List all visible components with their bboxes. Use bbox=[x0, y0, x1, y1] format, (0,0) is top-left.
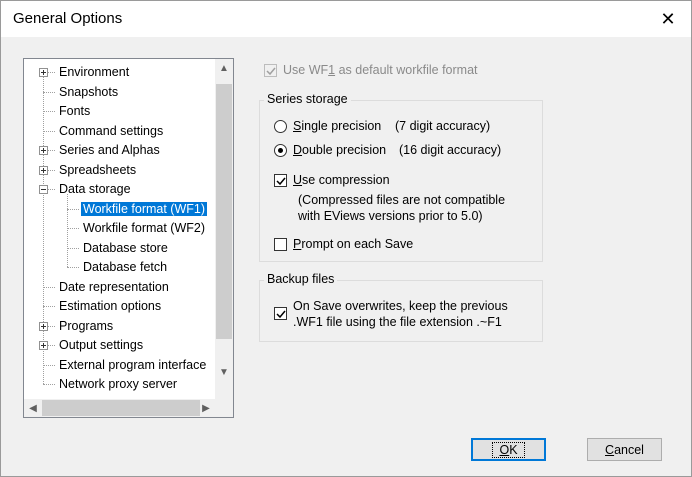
tree-item-label: Output settings bbox=[59, 338, 144, 352]
expand-plus-icon[interactable] bbox=[39, 68, 48, 77]
tree-item-label: Command settings bbox=[59, 123, 164, 138]
default-format-label: Use WF1 as default workfile format bbox=[283, 63, 478, 77]
options-tree[interactable]: Environment Snapshots Fonts Command setting… bbox=[23, 58, 234, 418]
use-compression-label: Use compression bbox=[293, 173, 390, 187]
backup-files-title: Backup files bbox=[264, 272, 338, 286]
scroll-down-arrow-icon[interactable]: ▼ bbox=[215, 363, 233, 381]
tree-vertical-scrollbar[interactable]: ▲ ▼ bbox=[215, 59, 233, 399]
scroll-up-arrow-icon[interactable]: ▲ bbox=[215, 59, 233, 77]
checkmark-icon bbox=[276, 177, 286, 186]
prompt-on-save-checkbox[interactable] bbox=[274, 238, 287, 251]
backup-checkbox[interactable] bbox=[274, 307, 287, 320]
tree-connector-line bbox=[43, 286, 55, 288]
default-format-checkbox[interactable] bbox=[264, 64, 277, 77]
tree-connector-line bbox=[43, 384, 55, 385]
tree-item[interactable]: Data storage bbox=[57, 180, 133, 199]
tree-item-label: Workfile format (WF2) bbox=[83, 221, 205, 235]
tree-item[interactable]: Snapshots bbox=[57, 83, 120, 102]
tree-item-label: Workfile format (WF1) bbox=[80, 200, 208, 217]
scroll-left-arrow-icon[interactable]: ◀ bbox=[24, 399, 42, 417]
tree-item-label: External program interface bbox=[59, 357, 207, 372]
collapse-minus-icon[interactable] bbox=[39, 185, 48, 194]
tree-item-label: Database store bbox=[83, 240, 168, 255]
scroll-right-arrow-icon[interactable]: ▶ bbox=[197, 399, 215, 417]
tree-item[interactable]: Programs bbox=[57, 317, 115, 336]
double-precision-label: Double precision bbox=[293, 143, 387, 157]
expand-plus-icon[interactable] bbox=[39, 146, 48, 155]
use-compression-checkbox[interactable] bbox=[274, 174, 287, 187]
tree-item[interactable]: Database store bbox=[81, 239, 170, 258]
ok-button[interactable]: OK bbox=[471, 438, 546, 461]
tree-connector-line bbox=[43, 72, 44, 384]
tree-connector-line bbox=[43, 111, 55, 112]
ok-button-label: OK bbox=[492, 441, 525, 458]
cancel-button-label: Cancel bbox=[605, 442, 644, 457]
tree-item[interactable]: Spreadsheets bbox=[57, 161, 138, 180]
single-precision-note: (7 digit accuracy) bbox=[395, 119, 491, 133]
tree-connector-line bbox=[67, 267, 79, 268]
tree-item[interactable]: Output settings bbox=[57, 336, 145, 355]
expand-plus-icon[interactable] bbox=[39, 321, 48, 331]
tree-connector-line bbox=[43, 91, 55, 93]
tree-connector-line bbox=[67, 208, 79, 210]
backup-label-line-2: .WF1 file using the file extension .~F1 bbox=[293, 315, 502, 329]
tree-item-label: Network proxy server bbox=[59, 377, 178, 391]
tree-item-label: Date representation bbox=[59, 279, 169, 294]
tree-connector-line bbox=[67, 228, 79, 229]
compression-note-line-2: with EViews versions prior to 5.0) bbox=[298, 209, 483, 223]
tree-item-label: Estimation options bbox=[59, 299, 162, 313]
tree-item[interactable]: Command settings bbox=[57, 122, 165, 141]
tree-item[interactable]: Fonts bbox=[57, 102, 92, 121]
tree-item[interactable]: Estimation options bbox=[57, 297, 163, 316]
tree-item-label: Programs bbox=[59, 318, 114, 333]
compression-note-line-1: (Compressed files are not compatible bbox=[298, 193, 506, 207]
tree-vertical-scroll-thumb[interactable] bbox=[216, 84, 232, 339]
tree-item[interactable]: Date representation bbox=[57, 278, 171, 297]
single-precision-label: Single precision bbox=[293, 119, 382, 133]
expand-plus-icon[interactable] bbox=[39, 341, 48, 350]
checkmark-icon bbox=[266, 67, 276, 76]
series-storage-title: Series storage bbox=[264, 92, 351, 106]
tree-connector-line bbox=[43, 306, 55, 307]
tree-connector-line bbox=[43, 130, 55, 132]
tree-item[interactable]: Workfile format (WF1) bbox=[80, 200, 208, 219]
tree-item-label: Fonts bbox=[59, 104, 91, 118]
dialog-title: General Options bbox=[13, 10, 123, 27]
tree-connector-line bbox=[43, 364, 55, 366]
tree-item-label: Series and Alphas bbox=[59, 143, 160, 157]
cancel-button[interactable]: Cancel bbox=[587, 438, 662, 461]
tree-connector-line bbox=[67, 247, 79, 249]
radio-selected-dot bbox=[278, 148, 283, 153]
tree-item[interactable]: Environment bbox=[57, 63, 131, 82]
tree-item-label: Database fetch bbox=[83, 260, 168, 274]
backup-label-line-1: On Save overwrites, keep the previous bbox=[293, 299, 508, 313]
double-precision-note: (16 digit accuracy) bbox=[399, 143, 502, 157]
tree-item[interactable]: Workfile format (WF2) bbox=[81, 219, 207, 238]
tree-viewport: Environment Snapshots Fonts Command setting… bbox=[25, 60, 215, 399]
prompt-on-save-label: Prompt on each Save bbox=[293, 237, 414, 251]
close-icon: ✕ bbox=[660, 8, 676, 29]
title-bar: General Options ✕ bbox=[1, 1, 691, 37]
tree-item-label: Data storage bbox=[59, 182, 131, 196]
tree-item-label: Environment bbox=[59, 65, 130, 79]
single-precision-radio[interactable] bbox=[274, 120, 287, 133]
general-options-dialog: General Options ✕ Environment Snapshots Fo… bbox=[0, 0, 692, 477]
checkmark-icon bbox=[276, 310, 286, 319]
tree-item-label: Snapshots bbox=[59, 84, 119, 99]
tree-item[interactable]: Database fetch bbox=[81, 258, 169, 277]
double-precision-radio[interactable] bbox=[274, 144, 287, 157]
tree-item[interactable]: Network proxy server bbox=[57, 375, 179, 394]
scrollbar-corner bbox=[215, 399, 233, 417]
tree-connector-line bbox=[67, 194, 68, 267]
tree-horizontal-scroll-thumb[interactable] bbox=[42, 400, 200, 416]
tree-item[interactable]: Series and Alphas bbox=[57, 141, 162, 160]
tree-item[interactable]: External program interface bbox=[57, 356, 208, 375]
tree-item-label: Spreadsheets bbox=[59, 162, 137, 177]
close-button[interactable]: ✕ bbox=[645, 1, 691, 37]
expand-plus-icon[interactable] bbox=[39, 165, 48, 175]
tree-horizontal-scrollbar[interactable]: ◀ ▶ bbox=[24, 399, 215, 417]
